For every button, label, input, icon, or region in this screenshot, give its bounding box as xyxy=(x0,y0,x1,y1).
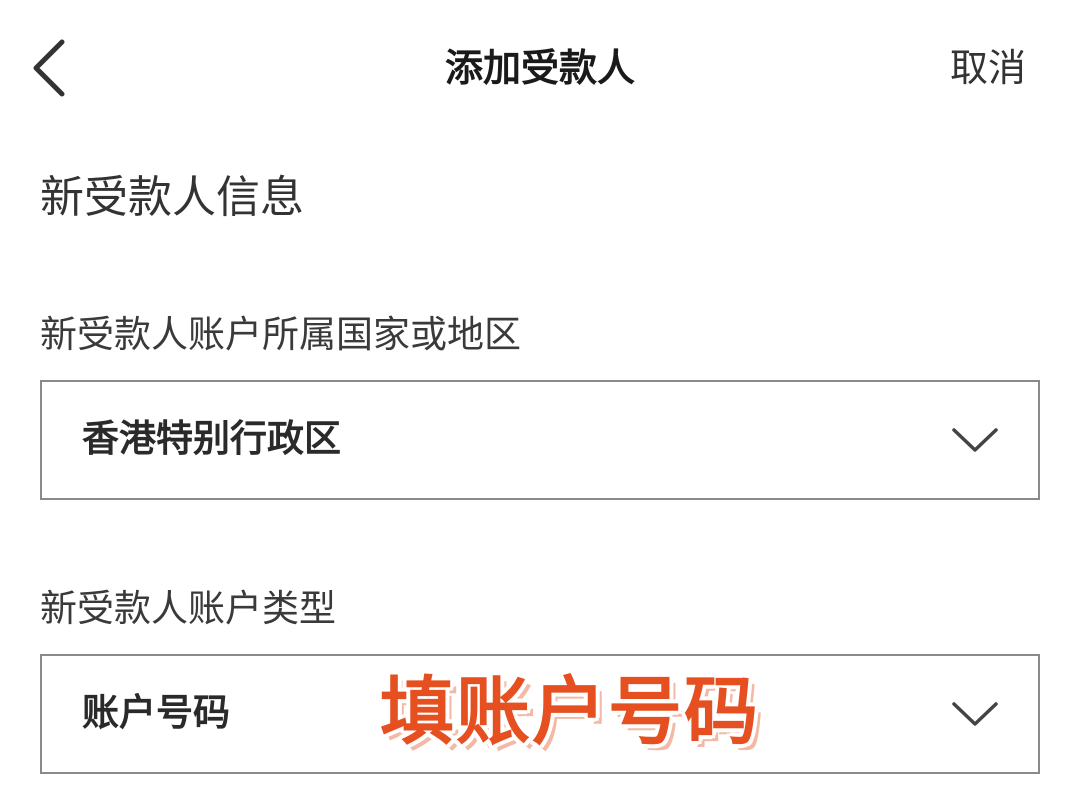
chevron-down-icon xyxy=(950,694,1000,734)
account-type-field-label: 新受款人账户类型 xyxy=(40,587,336,630)
country-select[interactable]: 香港特别行政区 xyxy=(40,380,1040,500)
chevron-left-icon xyxy=(33,39,65,97)
page-title: 添加受款人 xyxy=(444,46,635,90)
chevron-down-icon xyxy=(950,420,1000,460)
section-title: 新受款人信息 xyxy=(40,172,304,223)
country-field-label: 新受款人账户所属国家或地区 xyxy=(40,313,521,356)
back-button[interactable] xyxy=(22,36,82,100)
account-type-select-value: 账户号码 xyxy=(82,691,230,734)
cancel-button[interactable]: 取消 xyxy=(950,40,1026,96)
annotation-overlay-text: 填账户号码 xyxy=(378,667,760,757)
top-nav-bar: 添加受款人 取消 xyxy=(0,0,1080,140)
country-select-value: 香港特别行政区 xyxy=(82,417,341,460)
